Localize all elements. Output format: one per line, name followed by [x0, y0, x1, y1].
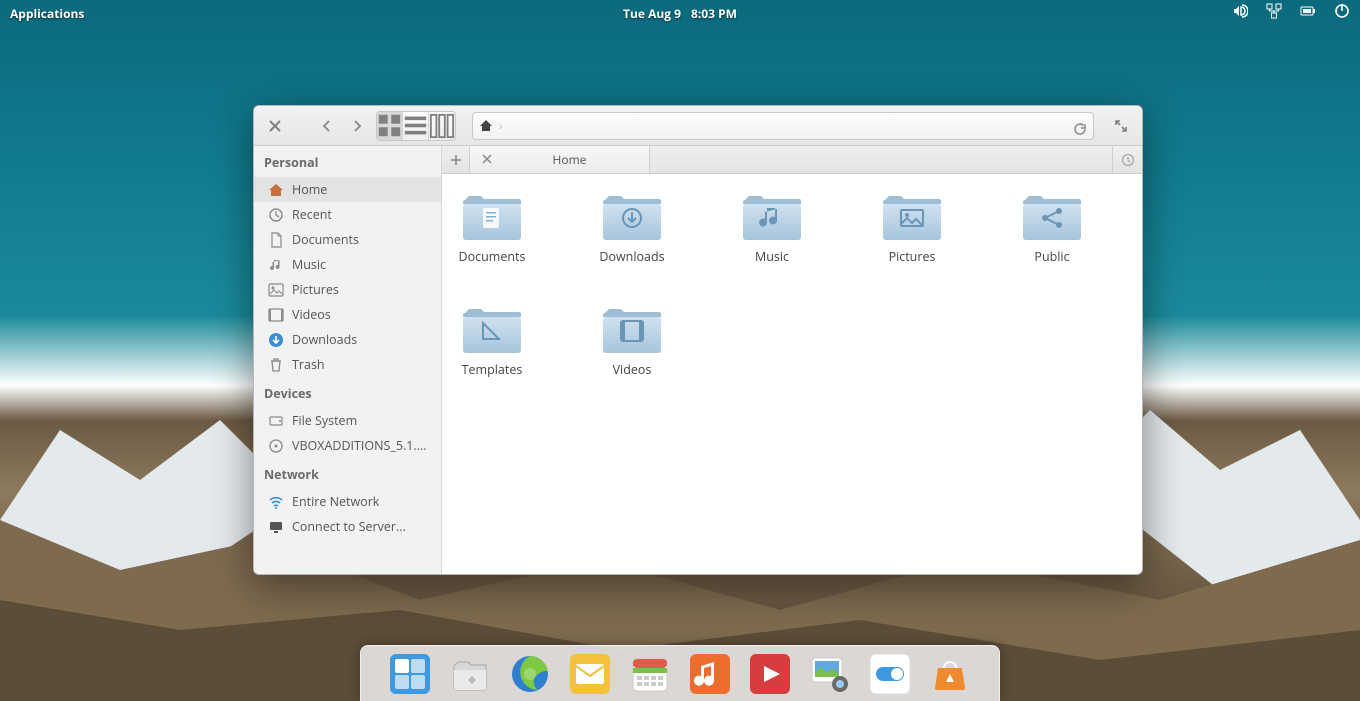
top-panel: Applications Tue Aug 9 8:03 PM — [0, 0, 1360, 26]
sidebar-header-devices: Devices — [254, 377, 441, 408]
view-icons-button[interactable] — [377, 112, 403, 140]
dock-photos[interactable] — [808, 652, 852, 696]
sidebar-item-music[interactable]: Music — [254, 252, 441, 277]
sidebar-item-downloads[interactable]: Downloads — [254, 327, 441, 352]
folder-music[interactable]: Music — [732, 192, 812, 265]
sidebar-item-trash[interactable]: Trash — [254, 352, 441, 377]
sidebar: Personal Home Recent Documents Music Picture… — [254, 146, 442, 574]
folder-grid[interactable]: Documents Downloads Music Pictures Public Tem… — [442, 174, 1142, 574]
battery-icon[interactable] — [1300, 3, 1316, 23]
sidebar-item-monitor[interactable]: Connect to Server... — [254, 514, 441, 539]
dock-calendar[interactable] — [628, 652, 672, 696]
network-icon[interactable] — [1266, 3, 1282, 23]
sidebar-item-label: Connect to Server... — [292, 518, 406, 535]
document-icon — [268, 232, 284, 248]
sidebar-header-personal: Personal — [254, 146, 441, 177]
power-icon[interactable] — [1334, 3, 1350, 23]
dock-appcenter[interactable] — [928, 652, 972, 696]
folder-pictures[interactable]: Pictures — [872, 192, 952, 265]
folder-label: Templates — [462, 361, 523, 378]
new-tab-button[interactable] — [442, 146, 470, 173]
chevron-right-icon: › — [499, 117, 503, 134]
tab-history-button[interactable] — [1112, 146, 1142, 173]
back-button[interactable] — [316, 112, 338, 140]
sidebar-header-network: Network — [254, 458, 441, 489]
clock-date: Tue Aug 9 — [623, 5, 681, 22]
view-columns-button[interactable] — [429, 112, 455, 140]
tabbar: Home — [442, 146, 1142, 174]
downloads-icon — [268, 332, 284, 348]
titlebar[interactable]: › — [254, 106, 1142, 146]
folder-label: Music — [755, 248, 789, 265]
folder-label: Public — [1034, 248, 1069, 265]
sidebar-item-recent[interactable]: Recent — [254, 202, 441, 227]
content-area: Home Documents Downloads Music Pictures Publ… — [442, 146, 1142, 574]
tab-label: Home — [502, 151, 637, 168]
view-list-button[interactable] — [403, 112, 429, 140]
sidebar-item-label: Recent — [292, 206, 332, 223]
sidebar-item-label: File System — [292, 412, 357, 429]
sidebar-item-label: VBOXADDITIONS_5.1.2... — [292, 437, 433, 454]
recent-icon — [268, 207, 284, 223]
folder-label: Downloads — [599, 248, 664, 265]
refresh-button[interactable] — [1073, 119, 1087, 141]
sidebar-item-disc[interactable]: VBOXADDITIONS_5.1.2... — [254, 433, 441, 458]
drive-icon — [268, 413, 284, 429]
desktop: Applications Tue Aug 9 8:03 PM — [0, 0, 1360, 701]
path-home-crumb[interactable] — [479, 119, 493, 133]
sidebar-item-document[interactable]: Documents — [254, 227, 441, 252]
tab-home[interactable]: Home — [470, 146, 650, 173]
wifi-icon — [268, 494, 284, 510]
sidebar-item-label: Entire Network — [292, 493, 379, 510]
sidebar-item-label: Home — [292, 181, 327, 198]
dock — [360, 645, 1000, 701]
sidebar-item-label: Pictures — [292, 281, 339, 298]
sidebar-item-label: Trash — [292, 356, 325, 373]
file-manager-window: › Personal Home Recent Documents Music Pictu… — [253, 105, 1143, 575]
folder-label: Pictures — [889, 248, 936, 265]
sidebar-item-label: Music — [292, 256, 326, 273]
videos-icon — [268, 307, 284, 323]
dock-settings[interactable] — [868, 652, 912, 696]
folder-label: Documents — [459, 248, 526, 265]
maximize-button[interactable] — [1110, 112, 1132, 140]
home-icon — [268, 182, 284, 198]
folder-documents[interactable]: Documents — [452, 192, 532, 265]
folder-public[interactable]: Public — [1012, 192, 1092, 265]
disc-icon — [268, 438, 284, 454]
dock-multitasking[interactable] — [388, 652, 432, 696]
sidebar-item-home[interactable]: Home — [254, 177, 441, 202]
close-button[interactable] — [264, 112, 286, 140]
sidebar-item-wifi[interactable]: Entire Network — [254, 489, 441, 514]
sidebar-item-videos[interactable]: Videos — [254, 302, 441, 327]
dock-mail[interactable] — [568, 652, 612, 696]
view-mode-group — [376, 111, 456, 141]
pathbar[interactable]: › — [472, 112, 1094, 140]
sidebar-item-label: Downloads — [292, 331, 357, 348]
dock-music[interactable] — [688, 652, 732, 696]
sidebar-item-label: Videos — [292, 306, 331, 323]
sidebar-item-drive[interactable]: File System — [254, 408, 441, 433]
dock-files[interactable] — [448, 652, 492, 696]
pictures-icon — [268, 282, 284, 298]
music-icon — [268, 257, 284, 273]
folder-videos[interactable]: Videos — [592, 305, 672, 378]
trash-icon — [268, 357, 284, 373]
dock-browser[interactable] — [508, 652, 552, 696]
clock-time: 8:03 PM — [691, 5, 737, 22]
folder-label: Videos — [613, 361, 652, 378]
sidebar-item-label: Documents — [292, 231, 359, 248]
folder-downloads[interactable]: Downloads — [592, 192, 672, 265]
folder-templates[interactable]: Templates — [452, 305, 532, 378]
close-tab-button[interactable] — [482, 151, 492, 168]
dock-videos[interactable] — [748, 652, 792, 696]
monitor-icon — [268, 519, 284, 535]
volume-icon[interactable] — [1232, 3, 1248, 23]
forward-button[interactable] — [346, 112, 368, 140]
clock[interactable]: Tue Aug 9 8:03 PM — [623, 5, 737, 22]
applications-menu[interactable]: Applications — [10, 5, 84, 22]
sidebar-item-pictures[interactable]: Pictures — [254, 277, 441, 302]
